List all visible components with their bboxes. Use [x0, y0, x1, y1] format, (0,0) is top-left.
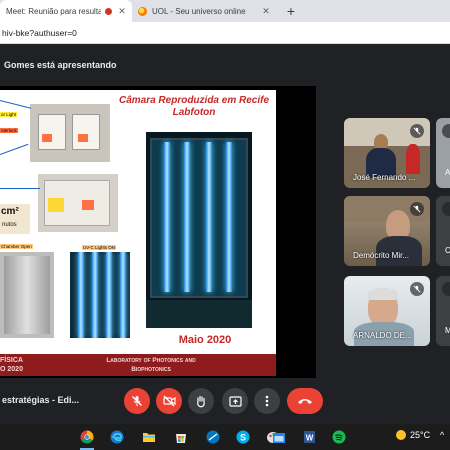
chamber-open-photo [0, 252, 54, 338]
participant-initial: M [445, 326, 450, 335]
participant-tile-partial[interactable]: M [436, 276, 450, 346]
more-options-button[interactable] [254, 388, 280, 414]
footer-lab-name: Laboratory of Photonics and Biophotonics [86, 356, 216, 374]
chrome-icon[interactable] [78, 428, 96, 446]
participant-tile[interactable]: ARNALDO DE... [344, 276, 430, 346]
present-screen-button[interactable] [222, 388, 248, 414]
calendar-icon[interactable] [270, 428, 288, 446]
slide-title-line2: Labfoton [172, 107, 216, 118]
tab-uol[interactable]: UOL - Seu universo online ✕ [132, 0, 276, 22]
presenting-status: Gomes está apresentando [4, 60, 117, 70]
tab-title: Meet: Reunião para resultad [6, 6, 101, 16]
meet-header: Gomes está apresentando [0, 45, 450, 85]
more-vert-icon [265, 395, 269, 407]
new-tab-button[interactable]: + [282, 2, 300, 20]
camera-off-icon [162, 395, 176, 407]
participant-hair [368, 288, 398, 300]
participant-name: ARNALDO DE... [353, 331, 412, 340]
present-icon [228, 395, 242, 407]
url-text[interactable]: hiv-bke?authuser=0 [0, 22, 77, 44]
footer-right-line1: Laboratory of Photonics and [106, 357, 196, 364]
slide-title: Câmara Reproduzida em Recife Labfoton [112, 95, 276, 119]
raise-hand-button[interactable] [188, 388, 214, 414]
mic-off-icon [442, 124, 450, 138]
recording-indicator-icon [105, 7, 112, 15]
tab-title: UOL - Seu universo online [152, 6, 246, 16]
interlock-label: nterlock [0, 128, 18, 133]
store-icon[interactable] [172, 428, 190, 446]
svg-text:W: W [306, 434, 314, 443]
tab-meet[interactable]: Meet: Reunião para resultad ✕ [0, 0, 132, 22]
chamber-open-label: Chamber Open [0, 244, 33, 249]
mic-off-icon [410, 282, 424, 296]
participant-tile[interactable]: Demócrito Mir... [344, 196, 430, 266]
footer-right-line2: Biophotonics [131, 366, 171, 373]
mic-off-icon [442, 202, 450, 216]
pointer-arrow [0, 188, 40, 189]
windows-taskbar: S W 25°C ^ [0, 424, 450, 450]
svg-text:S: S [240, 433, 246, 443]
meeting-control-bar: estratégias - Edi... [0, 380, 450, 424]
footer-left-line2: O 2020 [0, 366, 23, 373]
file-explorer-icon[interactable] [140, 428, 158, 446]
pointer-arrow [0, 100, 32, 109]
mic-toggle-button[interactable] [124, 388, 150, 414]
skype-icon[interactable]: S [234, 428, 252, 446]
footer-left-line1: FÍSICA [0, 357, 23, 364]
mic-off-icon [410, 124, 424, 138]
slide-date: Maio 2020 [178, 334, 232, 346]
uvc-lights-on-label: UV-C Lights ON [82, 245, 117, 250]
participant-name: José Fernando ... [353, 173, 416, 182]
word-icon[interactable]: W [300, 428, 318, 446]
participant-name: Demócrito Mir... [353, 251, 410, 260]
participant-second [406, 144, 420, 174]
mic-off-icon [132, 396, 142, 406]
weather-widget[interactable]: 25°C [396, 430, 430, 440]
camera-toggle-button[interactable] [156, 388, 182, 414]
leave-call-button[interactable] [287, 388, 323, 414]
uol-favicon-icon [138, 6, 147, 16]
browser-tab-strip: Meet: Reunião para resultad ✕ UOL - Seu … [0, 0, 450, 22]
presentation-slide: Câmara Reproduzida em Recife Labfoton cm… [0, 90, 276, 376]
participant-tile-partial[interactable]: C [436, 196, 450, 266]
device-photo-2 [38, 174, 118, 232]
light-label: or Light [0, 112, 18, 117]
device-photo-1 [30, 104, 110, 162]
edge-icon[interactable] [108, 428, 126, 446]
mic-off-icon [410, 202, 424, 216]
recife-chamber-photo [146, 132, 252, 328]
address-bar[interactable]: hiv-bke?authuser=0 [0, 22, 450, 44]
slide-footer: FÍSICA O 2020 Laboratory of Photonics an… [0, 354, 276, 376]
uvc-lights-photo [70, 252, 130, 338]
cm-label: cm² [1, 206, 19, 217]
close-tab-icon[interactable]: ✕ [260, 6, 272, 17]
pointer-arrow [0, 143, 29, 155]
sun-icon [396, 430, 406, 440]
minutes-label: nutos [2, 222, 17, 228]
footer-left-text: FÍSICA O 2020 [0, 356, 23, 374]
participant-tile[interactable]: José Fernando ... [344, 118, 430, 188]
system-tray-caret-icon[interactable]: ^ [440, 430, 444, 440]
spotify-icon[interactable] [330, 428, 348, 446]
browser-icon[interactable] [204, 428, 222, 446]
close-tab-icon[interactable]: ✕ [116, 6, 128, 17]
temperature: 25°C [410, 430, 431, 440]
participant-tile-partial[interactable]: A [436, 118, 450, 188]
mic-off-icon [442, 282, 450, 296]
meeting-title[interactable]: estratégias - Edi... [2, 395, 79, 405]
slide-title-line1: Câmara Reproduzida em Recife [118, 95, 270, 106]
hand-icon [197, 395, 205, 407]
screen: Meet: Reunião para resultad ✕ UOL - Seu … [0, 0, 450, 450]
participant-initial: C [445, 246, 450, 255]
hangup-icon [298, 399, 312, 404]
participant-initial: A [445, 168, 450, 177]
